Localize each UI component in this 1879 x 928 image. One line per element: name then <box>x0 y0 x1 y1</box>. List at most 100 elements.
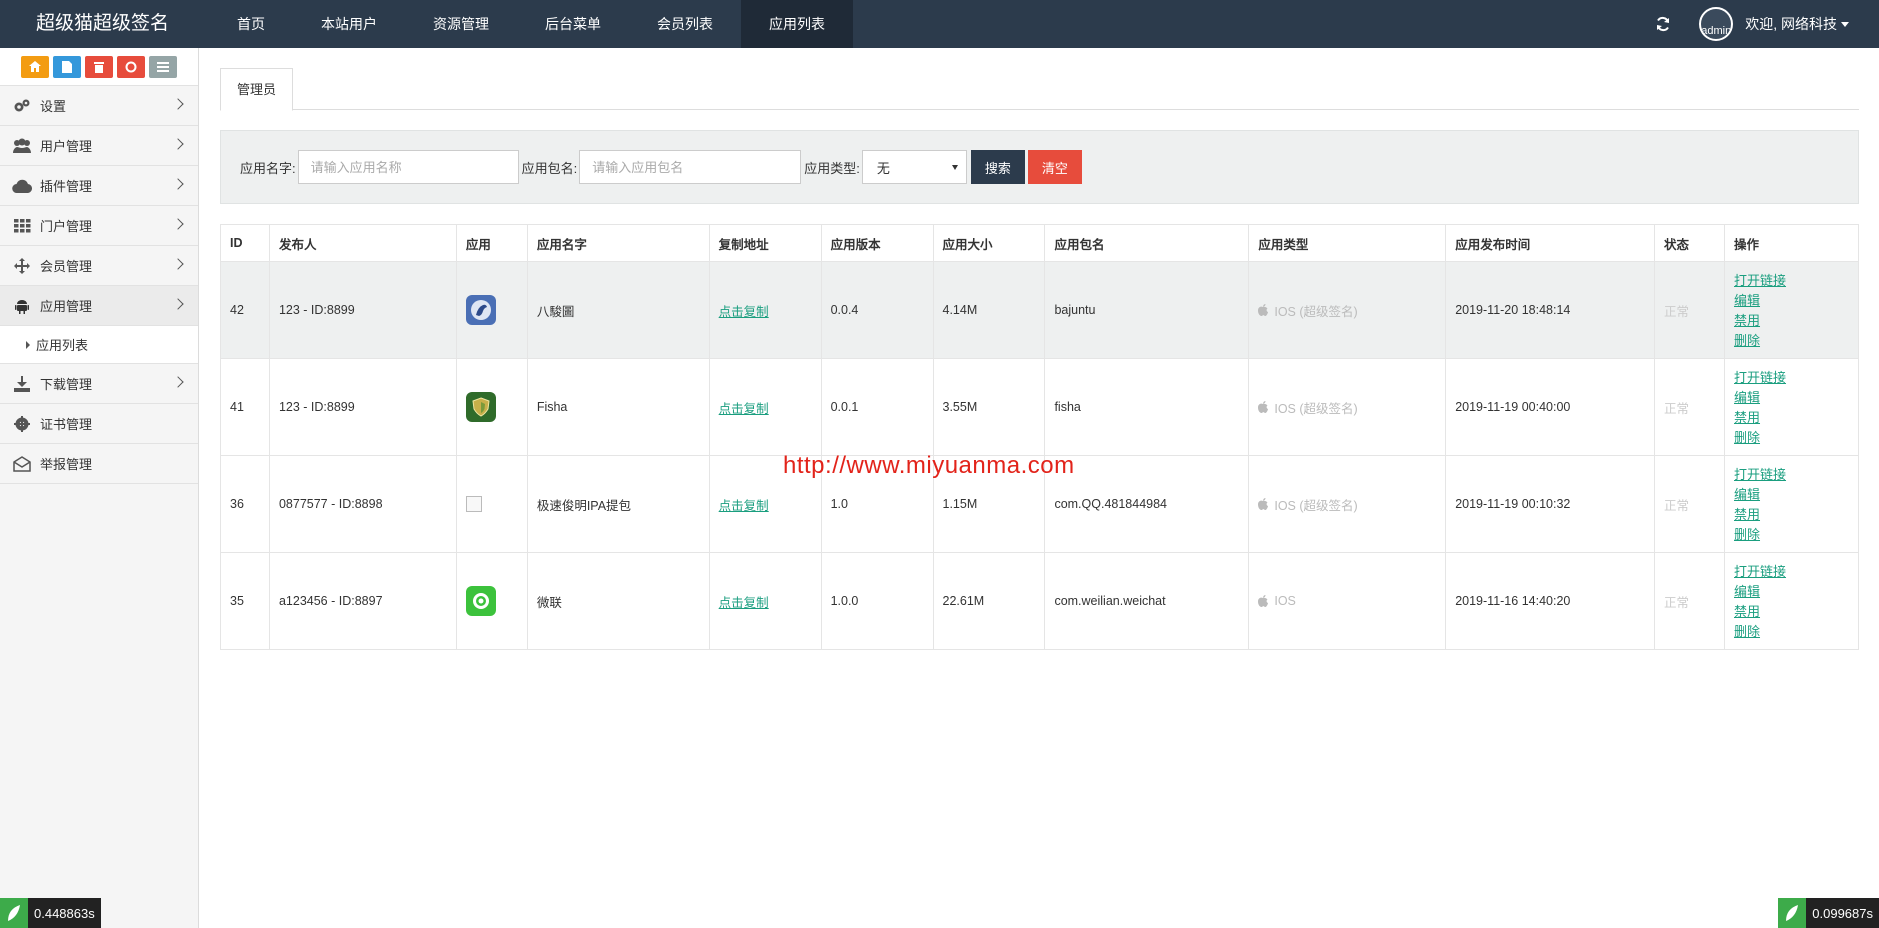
cell-copy: 点击复制 <box>708 261 822 359</box>
cell-type: IOS (超级签名) <box>1248 261 1447 359</box>
header-user-area: admin 欢迎, 网络科技 <box>1653 0 1879 48</box>
app-type-select[interactable]: 无 <box>861 150 967 184</box>
apple-icon <box>1258 304 1269 316</box>
download-icon <box>12 374 32 394</box>
grid-icon <box>12 216 32 236</box>
col-id[interactable]: ID <box>220 224 270 262</box>
edit-action[interactable]: 编辑 <box>1734 583 1849 600</box>
sidebar-item-plugins[interactable]: 插件管理 <box>0 166 198 206</box>
copy-link[interactable]: 点击复制 <box>719 596 769 610</box>
sidebar-item-reports[interactable]: 举报管理 <box>0 444 198 484</box>
search-button[interactable]: 搜索 <box>970 150 1025 184</box>
arrows-icon <box>12 256 32 276</box>
sidebar-item-users[interactable]: 用户管理 <box>0 126 198 166</box>
open-link-action[interactable]: 打开链接 <box>1734 563 1849 580</box>
copy-link[interactable]: 点击复制 <box>719 499 769 513</box>
delete-action[interactable]: 删除 <box>1734 332 1849 349</box>
cell-publisher: 0877577 - ID:8898 <box>268 455 457 553</box>
copy-link[interactable]: 点击复制 <box>719 305 769 319</box>
home-shortcut-button[interactable] <box>21 55 49 78</box>
clear-button[interactable]: 清空 <box>1027 150 1082 184</box>
nav-app-list[interactable]: 应用列表 <box>741 0 853 48</box>
cell-status: 正常 <box>1654 552 1725 650</box>
sidebar-item-portal[interactable]: 门户管理 <box>0 206 198 246</box>
recycle-shortcut-button[interactable] <box>117 55 145 78</box>
cell-app-icon <box>455 455 528 553</box>
brand-title[interactable]: 超级猫超级签名 <box>36 0 169 48</box>
open-link-action[interactable]: 打开链接 <box>1734 272 1849 289</box>
timer-badge-right: 0.099687s <box>1778 898 1879 928</box>
col-status: 状态 <box>1654 224 1725 262</box>
sidebar-item-members[interactable]: 会员管理 <box>0 246 198 286</box>
open-link-action[interactable]: 打开链接 <box>1734 369 1849 386</box>
dropdown-arrow-icon <box>951 165 958 170</box>
cell-size: 3.55M <box>932 358 1046 456</box>
chevron-right-icon <box>172 178 184 190</box>
cell-package: fisha <box>1044 358 1250 456</box>
user-dropdown[interactable]: 欢迎, 网络科技 <box>1745 14 1849 34</box>
disable-action[interactable]: 禁用 <box>1734 506 1849 523</box>
nav-site-users[interactable]: 本站用户 <box>293 0 405 48</box>
table-header-row: ID 发布人 应用 应用名字 复制地址 应用版本 应用大小 应用包名 应用类型 … <box>220 224 1859 262</box>
caret-down-icon <box>1841 21 1849 27</box>
edit-action[interactable]: 编辑 <box>1734 486 1849 503</box>
open-link-action[interactable]: 打开链接 <box>1734 466 1849 483</box>
type-text: IOS <box>1274 594 1296 608</box>
cell-status: 正常 <box>1654 358 1725 456</box>
table-row: 35 a123456 - ID:8897 微联 点击复制 1.0.0 22.61… <box>220 552 1859 650</box>
edit-action[interactable]: 编辑 <box>1734 389 1849 406</box>
sidebar-item-settings[interactable]: 设置 <box>0 86 198 126</box>
col-version: 应用版本 <box>820 224 934 262</box>
delete-action[interactable]: 删除 <box>1734 623 1849 640</box>
nav-resources[interactable]: 资源管理 <box>405 0 517 48</box>
timer-value: 0.099687s <box>1812 905 1873 921</box>
col-actions: 操作 <box>1724 224 1859 262</box>
cell-id: 36 <box>220 455 270 553</box>
file-shortcut-button[interactable] <box>53 55 81 78</box>
chat-icon <box>465 586 496 616</box>
recycle-icon <box>125 61 137 72</box>
trash-shortcut-button[interactable] <box>85 55 113 78</box>
list-shortcut-button[interactable] <box>149 55 177 78</box>
copy-link[interactable]: 点击复制 <box>719 402 769 416</box>
cell-publisher: 123 - ID:8899 <box>268 358 457 456</box>
cell-time: 2019-11-19 00:40:00 <box>1445 358 1656 456</box>
sidebar-item-apps[interactable]: 应用管理 <box>0 286 198 326</box>
chevron-right-icon <box>172 258 184 270</box>
refresh-icon[interactable] <box>1653 14 1673 34</box>
list-icon <box>157 61 169 72</box>
sidebar-item-label: 应用管理 <box>40 299 93 314</box>
sidebar-item-label: 下载管理 <box>40 377 93 392</box>
edit-action[interactable]: 编辑 <box>1734 292 1849 309</box>
nav-members[interactable]: 会员列表 <box>629 0 741 48</box>
app-name-input[interactable] <box>297 150 519 184</box>
broken-image-icon <box>465 496 482 512</box>
col-app: 应用 <box>455 224 528 262</box>
trash-icon <box>94 61 104 73</box>
delete-action[interactable]: 删除 <box>1734 526 1849 543</box>
sidebar-subitem-app-list[interactable]: 应用列表 <box>0 326 198 364</box>
cell-copy: 点击复制 <box>708 552 822 650</box>
sidebar-item-downloads[interactable]: 下载管理 <box>0 364 198 404</box>
avatar[interactable]: admin <box>1699 7 1734 41</box>
cell-id: 41 <box>220 358 270 456</box>
cell-time: 2019-11-20 18:48:14 <box>1445 261 1656 359</box>
leaf-logo-icon <box>1778 898 1807 928</box>
cell-app-icon <box>455 552 528 650</box>
type-text: IOS (超级签名) <box>1274 304 1358 319</box>
cell-id: 35 <box>220 552 270 650</box>
table-row: 41 123 - ID:8899 Fisha 点击复制 0.0.1 3.55M … <box>220 358 1859 456</box>
nav-admin-menu[interactable]: 后台菜单 <box>517 0 629 48</box>
disable-action[interactable]: 禁用 <box>1734 603 1849 620</box>
nav-home[interactable]: 首页 <box>209 0 293 48</box>
leaf-logo-icon <box>0 898 28 928</box>
disable-action[interactable]: 禁用 <box>1734 409 1849 426</box>
tab-admin[interactable]: 管理员 <box>220 68 293 111</box>
apple-icon <box>1258 498 1269 510</box>
package-input[interactable] <box>579 150 802 184</box>
sidebar-item-certificates[interactable]: 证书管理 <box>0 404 198 444</box>
delete-action[interactable]: 删除 <box>1734 429 1849 446</box>
cell-size: 4.14M <box>932 261 1046 359</box>
chevron-right-icon <box>172 98 184 110</box>
disable-action[interactable]: 禁用 <box>1734 312 1849 329</box>
